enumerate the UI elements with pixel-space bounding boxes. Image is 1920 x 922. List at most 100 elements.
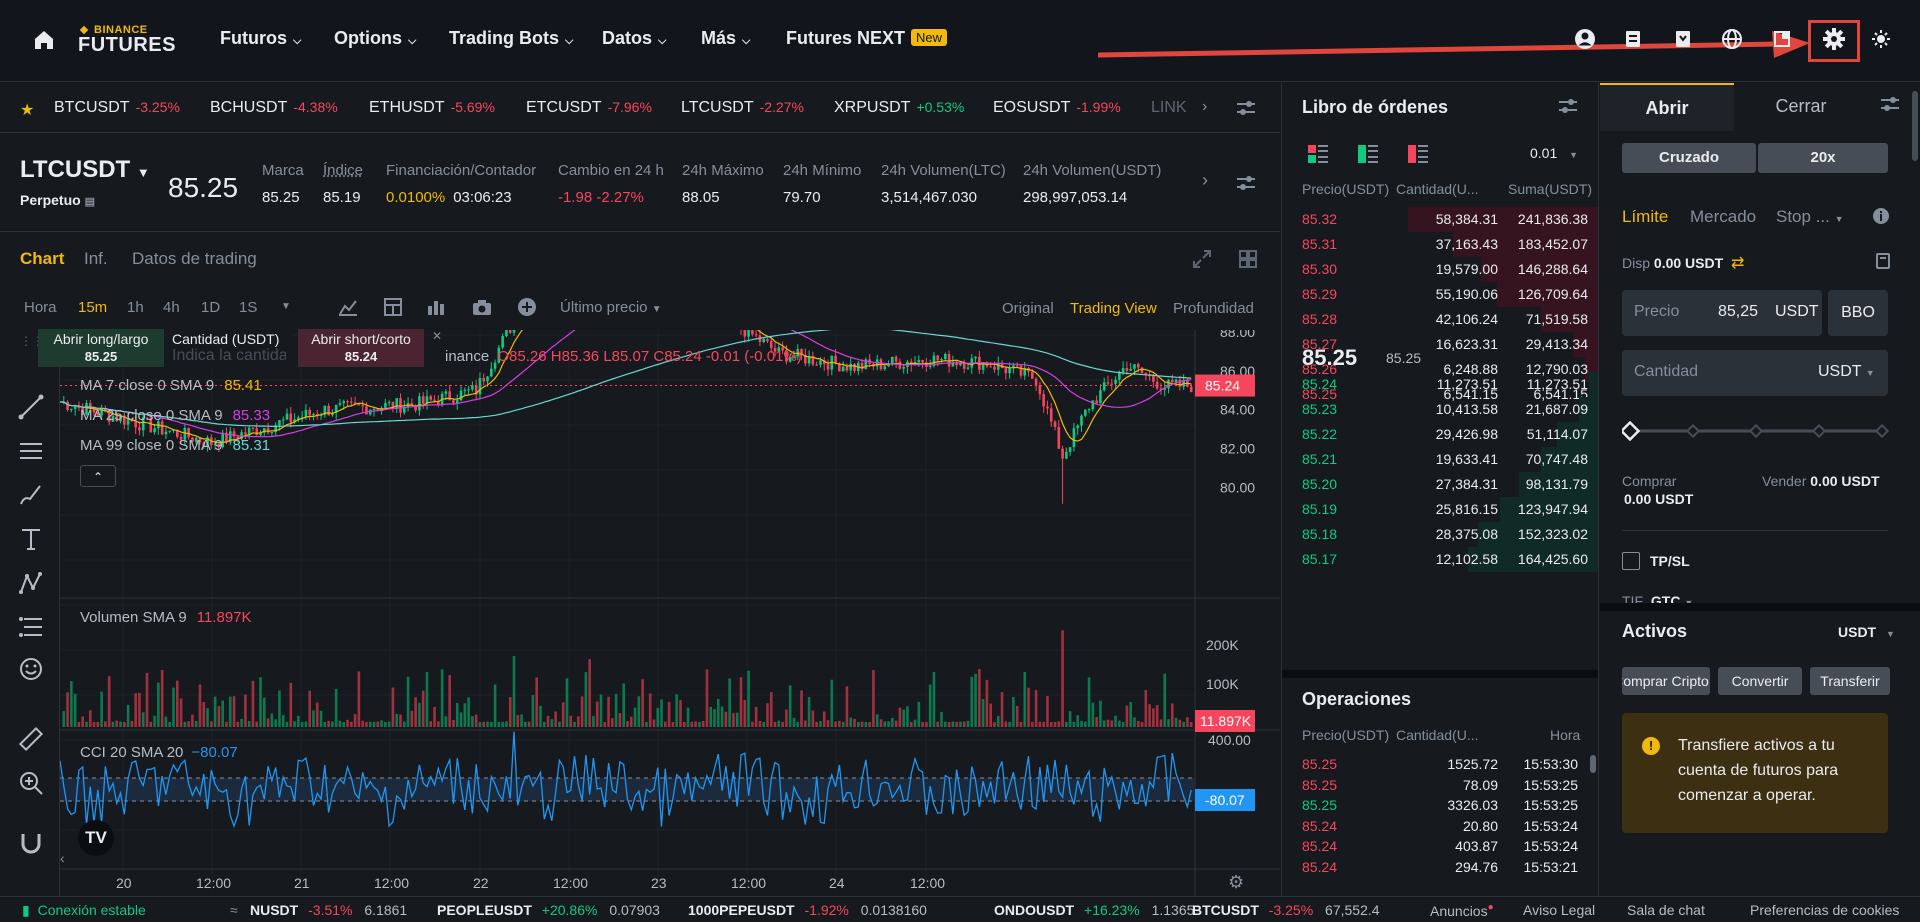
interval-15m[interactable]: 15m [78, 299, 107, 316]
chevron-right-icon[interactable]: › [1202, 170, 1208, 191]
order-type-market[interactable]: Mercado [1690, 207, 1756, 227]
view-depth[interactable]: Profundidad [1173, 300, 1254, 317]
layout-icon[interactable] [1769, 26, 1795, 52]
ask-row[interactable]: 85.31 37,163.43 183,452.07 [1282, 232, 1598, 257]
tick-size-select[interactable]: 0.01 ▼ [1530, 145, 1578, 161]
magnet-tool-icon[interactable] [18, 830, 44, 859]
collapse-legend-button[interactable]: ⌃ [80, 465, 116, 487]
footer-link-announcements[interactable]: Anuncios● [1430, 902, 1494, 919]
ticker-item[interactable]: LTCUSDT -2.27% [681, 99, 804, 117]
stat-index[interactable]: Índice 85.19 [323, 162, 363, 206]
interval-more-caret-icon[interactable]: ▼ [281, 301, 291, 312]
interval-4h[interactable]: 4h [163, 299, 180, 316]
template-grid-icon[interactable] [384, 298, 402, 320]
fib-tool-icon[interactable] [18, 614, 44, 643]
favorite-star-icon[interactable]: ★ [20, 100, 34, 120]
ticker-item[interactable]: ETCUSDT -7.96% [526, 99, 652, 117]
nav-mas[interactable]: Más ⌵ [701, 28, 750, 49]
binance-futures-logo[interactable]: BINANCE FUTURES [78, 24, 176, 57]
nav-futures-next[interactable]: Futures NEXT New [786, 28, 948, 49]
footer-ticker-item[interactable]: 1000PEPEUSDT -1.92% 0.0138160 [688, 902, 927, 918]
ticker-item[interactable]: BTCUSDT -3.25% [54, 99, 180, 117]
tab-cerrar[interactable]: Cerrar [1734, 83, 1868, 131]
download-icon[interactable] [1670, 26, 1696, 52]
ticker-item[interactable]: XRPUSDT +0.53% [834, 99, 964, 117]
bid-row[interactable]: 85.17 12,102.58 164,425.60 [1282, 547, 1598, 572]
order-type-stop[interactable]: Stop ... ▼ [1776, 207, 1844, 227]
brush-tool-icon[interactable] [18, 482, 44, 511]
tab-chart[interactable]: Chart [20, 249, 64, 269]
interval-1s[interactable]: 1S [239, 299, 257, 316]
bid-row[interactable]: 85.18 28,375.08 152,323.02 [1282, 522, 1598, 547]
margin-mode-button[interactable]: Cruzado [1622, 143, 1756, 173]
settings-gear-icon[interactable] [1821, 26, 1847, 52]
tab-abrir[interactable]: Abrir [1600, 83, 1734, 131]
price-type-select[interactable]: Último precio ▼ [560, 299, 662, 316]
footer-ticker-item[interactable]: BTCUSDT -3.25% 67,552.4 [1192, 902, 1380, 918]
order-type-limit[interactable]: Límite [1622, 207, 1668, 227]
interval-1h[interactable]: 1h [127, 299, 144, 316]
transfer-button[interactable]: Transferir [1810, 667, 1890, 695]
view-trading-view[interactable]: Trading View [1070, 300, 1157, 317]
bid-row[interactable]: 85.22 29,426.98 51,114.07 [1282, 422, 1598, 447]
ticker-item[interactable]: BCHUSDT -4.38% [210, 99, 338, 117]
bid-row[interactable]: 85.23 10,413.58 21,687.09 [1282, 397, 1598, 422]
add-circle-icon[interactable] [517, 297, 537, 321]
ask-row[interactable]: 85.30 19,579.00 146,288.64 [1282, 257, 1598, 282]
footer-ticker-item[interactable]: NUSDT -3.51% 6.1861 [250, 902, 407, 918]
nav-datos[interactable]: Datos ⌵ [602, 28, 666, 49]
profile-icon[interactable] [1572, 26, 1598, 52]
open-long-button[interactable]: Abrir long/largo 85.25 [38, 329, 164, 367]
orders-icon[interactable] [1620, 26, 1646, 52]
ask-row[interactable]: 85.32 58,384.31 241,836.38 [1282, 207, 1598, 232]
book-view-asks-icon[interactable] [1408, 145, 1428, 166]
trend-line-tool-icon[interactable] [18, 394, 44, 423]
ticker-item[interactable]: ETHUSDT -5.69% [369, 99, 495, 117]
assets-unit-select[interactable]: USDT ▼ [1838, 624, 1895, 640]
quick-qty-field[interactable]: Cantidad (USDT) Indica la cantidad [166, 329, 292, 367]
sliders-icon[interactable] [1236, 174, 1256, 195]
calculator-icon[interactable] [1876, 253, 1890, 272]
tab-trading-data[interactable]: Datos de trading [132, 249, 257, 269]
sliders-icon[interactable] [1880, 95, 1900, 116]
grid-layout-icon[interactable] [1238, 249, 1258, 272]
horizontal-lines-tool-icon[interactable] [18, 438, 44, 467]
close-icon[interactable]: ✕ [432, 329, 442, 343]
sliders-icon[interactable] [1558, 97, 1578, 118]
amount-slider[interactable] [1622, 421, 1892, 441]
bid-row[interactable]: 85.24 11,273.51 11,273.51 [1282, 372, 1598, 397]
buy-crypto-button[interactable]: Comprar Cripto [1622, 667, 1710, 695]
page-scrollbar[interactable] [1910, 83, 1918, 896]
tradingview-logo[interactable]: TV [78, 820, 114, 856]
nav-futuros[interactable]: Futuros ⌵ [220, 28, 301, 49]
nav-trading-bots[interactable]: Trading Bots ⌵ [449, 28, 573, 49]
interval-hora[interactable]: Hora [24, 299, 57, 316]
quantity-input[interactable]: Cantidad USDT ▼ [1622, 350, 1888, 396]
ask-row[interactable]: 85.29 55,190.06 126,709.64 [1282, 282, 1598, 307]
nav-options[interactable]: Options ⌵ [334, 28, 416, 49]
ask-row[interactable]: 85.28 42,106.24 71,519.58 [1282, 307, 1598, 332]
fullscreen-icon[interactable] [1192, 249, 1212, 272]
interval-1d[interactable]: 1D [201, 299, 220, 316]
bid-row[interactable]: 85.21 19,633.41 70,747.48 [1282, 447, 1598, 472]
ticker-item[interactable]: EOSUSDT -1.99% [993, 99, 1121, 117]
quantity-unit-select[interactable]: USDT ▼ [1818, 363, 1875, 381]
indicators-icon[interactable] [338, 298, 358, 320]
camera-icon[interactable] [472, 298, 492, 320]
text-tool-icon[interactable] [18, 526, 44, 555]
chevron-right-icon[interactable]: › [1196, 98, 1214, 116]
language-globe-icon[interactable] [1719, 26, 1745, 52]
emoji-tool-icon[interactable] [18, 656, 44, 685]
tab-info[interactable]: Inf. [84, 249, 108, 269]
ticker-item[interactable]: LINK [1151, 99, 1187, 117]
book-view-both-icon[interactable] [1308, 145, 1328, 166]
symbol-selector[interactable]: LTCUSDT ▼ [20, 156, 150, 184]
trades-scrollbar[interactable] [1590, 755, 1596, 773]
zoom-tool-icon[interactable] [18, 770, 44, 799]
footer-link-cookies[interactable]: Preferencias de cookies [1750, 902, 1899, 918]
pattern-tool-icon[interactable] [18, 570, 44, 599]
depth-bars-icon[interactable] [426, 298, 446, 320]
view-original[interactable]: Original [1002, 300, 1054, 317]
bbo-button[interactable]: BBO [1828, 290, 1888, 336]
bid-row[interactable]: 85.19 25,816.15 123,947.94 [1282, 497, 1598, 522]
